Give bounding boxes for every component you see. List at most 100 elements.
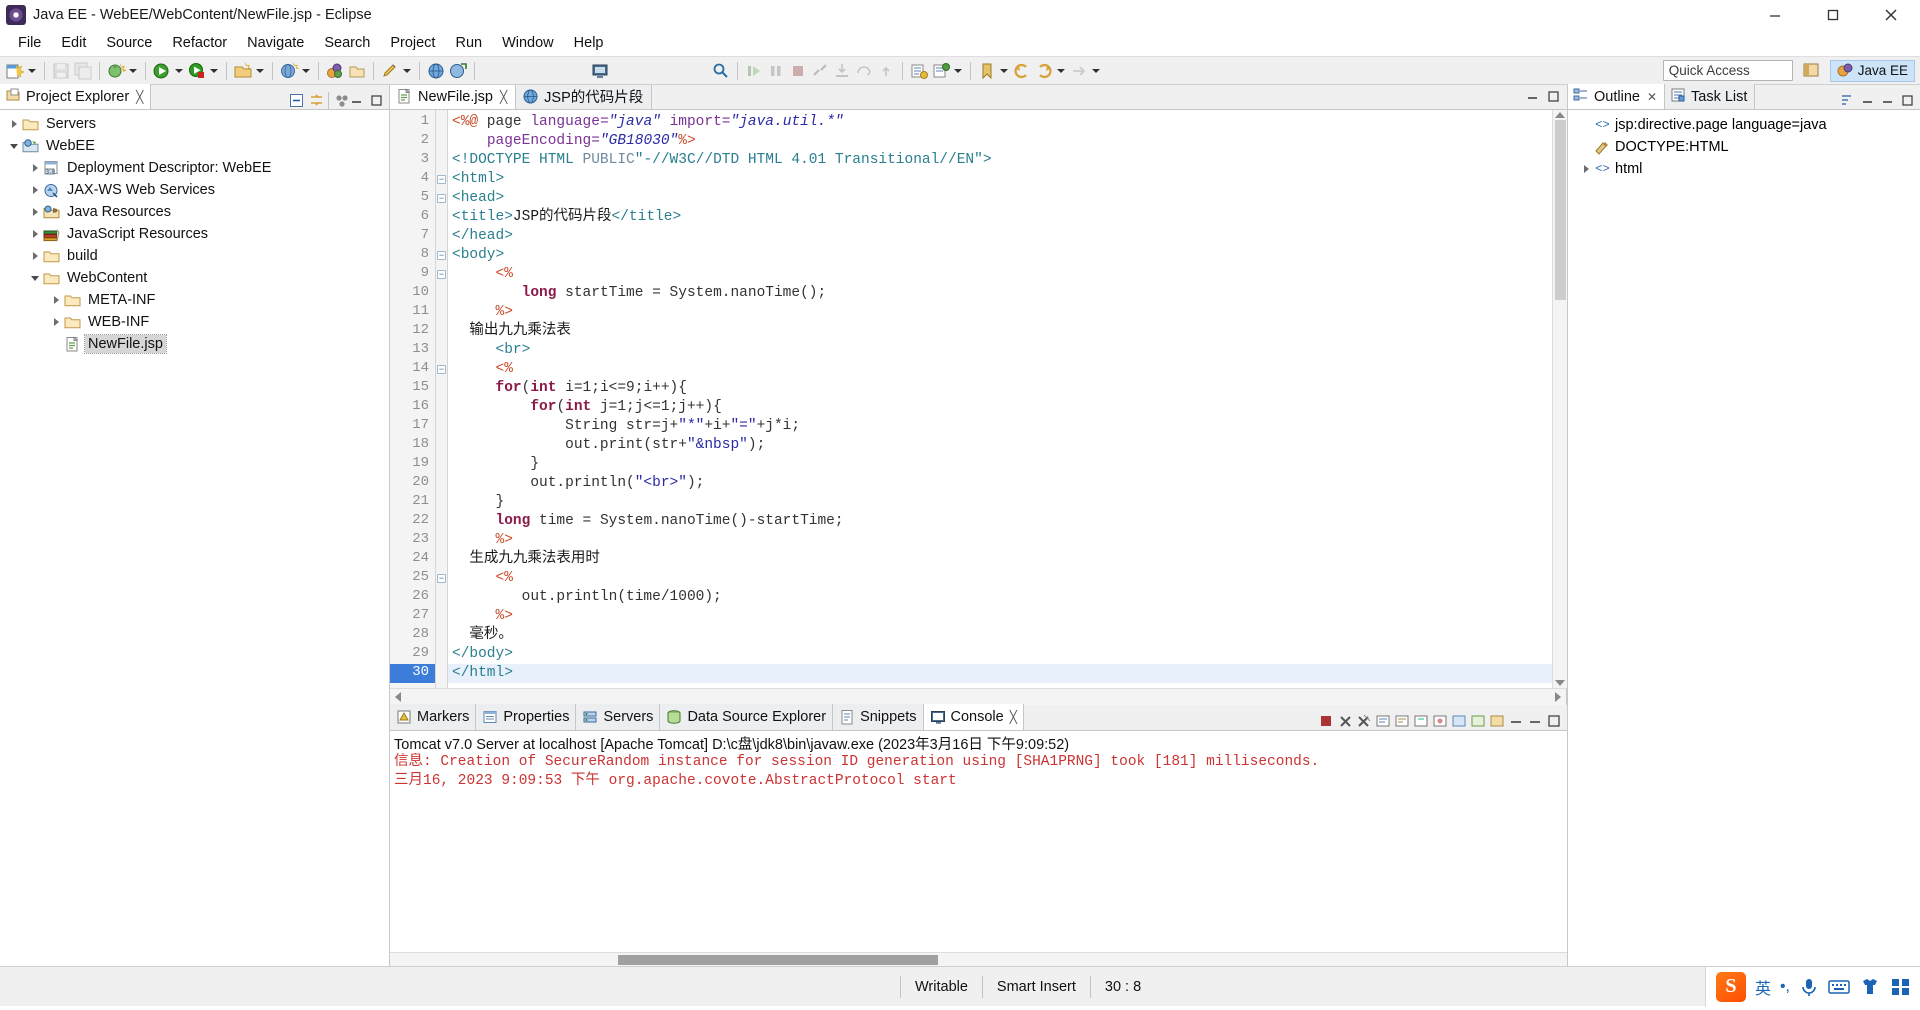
fold-collapse-icon[interactable]: −	[436, 189, 447, 208]
maximize-view-icon[interactable]	[368, 92, 385, 109]
new-console-view-icon[interactable]	[1489, 713, 1506, 730]
code-line[interactable]: long time = System.nanoTime()-startTime;	[448, 512, 1552, 531]
forward-nav-dropdown-arrow[interactable]	[1090, 62, 1101, 80]
code-line[interactable]: <html>	[448, 170, 1552, 189]
view-menu-icon[interactable]	[1859, 92, 1876, 109]
maximize-view-icon[interactable]	[1546, 713, 1563, 730]
sogou-logo-icon[interactable]: S	[1715, 971, 1746, 1002]
server-dropdown-arrow[interactable]	[127, 62, 138, 80]
code-line[interactable]: <body>	[448, 246, 1552, 265]
minimize-view-icon[interactable]	[348, 92, 365, 109]
edit-pencil-icon[interactable]	[380, 61, 400, 81]
tree-item-servers[interactable]: Servers	[0, 113, 389, 135]
remove-all-icon[interactable]	[1356, 713, 1373, 730]
code-line[interactable]: <%	[448, 569, 1552, 588]
terminate-icon[interactable]	[788, 61, 808, 81]
menu-help[interactable]: Help	[564, 33, 614, 53]
console-scroll-thumb[interactable]	[618, 955, 938, 965]
close-button[interactable]	[1862, 0, 1920, 29]
tree-item-deployment-descriptor-webee[interactable]: 3.0 Deployment Descriptor: WebEE	[0, 157, 389, 179]
tree-item-build[interactable]: build	[0, 245, 389, 267]
code-line[interactable]: <head>	[448, 189, 1552, 208]
fold-collapse-icon[interactable]: −	[436, 569, 447, 588]
maximize-button[interactable]	[1804, 0, 1862, 29]
quick-access-input[interactable]: Quick Access	[1662, 60, 1793, 81]
skin-icon[interactable]	[1859, 977, 1881, 997]
resume-icon[interactable]	[744, 61, 764, 81]
step-return-icon[interactable]	[876, 61, 896, 81]
search-icon[interactable]	[711, 61, 731, 81]
view-menu-icon[interactable]	[328, 92, 348, 109]
ime-language-toggle[interactable]: 英	[1755, 975, 1771, 999]
tree-item-meta-inf[interactable]: META-INF	[0, 289, 389, 311]
expand-arrow-icon[interactable]	[48, 314, 64, 330]
collapse-all-icon[interactable]	[288, 92, 305, 109]
run-icon[interactable]	[187, 61, 207, 81]
word-wrap-icon[interactable]	[1394, 713, 1411, 730]
edit-dropdown-arrow[interactable]	[401, 62, 412, 80]
minimize-button[interactable]	[1746, 0, 1804, 29]
menu-edit[interactable]: Edit	[51, 33, 96, 53]
display-selected-icon[interactable]	[1451, 713, 1468, 730]
console-horizontal-scrollbar[interactable]	[390, 952, 1567, 966]
code-line[interactable]: %>	[448, 607, 1552, 626]
code-line[interactable]: 生成九九乘法表用时	[448, 550, 1552, 569]
bookmark-dropdown-arrow[interactable]	[998, 62, 1009, 80]
tree-item-javascript-resources[interactable]: JavaScript Resources	[0, 223, 389, 245]
expand-arrow-icon[interactable]	[6, 116, 22, 132]
perspective-java-ee[interactable]: Java EE	[1829, 59, 1915, 82]
pin-console-icon[interactable]	[1432, 713, 1449, 730]
tree-item-jax-ws-web-services[interactable]: JAX-WS Web Services	[0, 179, 389, 201]
menu-window[interactable]: Window	[492, 33, 564, 53]
save-icon[interactable]	[51, 61, 71, 81]
remove-launch-icon[interactable]	[1337, 713, 1354, 730]
sort-icon[interactable]	[1839, 92, 1856, 109]
code-line[interactable]: %>	[448, 303, 1552, 322]
code-line[interactable]: <%@ page language="java" import="java.ut…	[448, 113, 1552, 132]
editor-tab-1[interactable]: NewFile.jsp ╳	[390, 84, 517, 109]
scroll-lock-icon[interactable]	[1375, 713, 1392, 730]
code-line[interactable]: <%	[448, 360, 1552, 379]
expand-arrow-icon[interactable]	[27, 226, 43, 242]
code-line[interactable]: out.println("<br>");	[448, 474, 1552, 493]
editor-vertical-scrollbar[interactable]	[1552, 110, 1567, 688]
menu-source[interactable]: Source	[96, 33, 162, 53]
expand-arrow-icon[interactable]	[27, 248, 43, 264]
browser-globe-icon[interactable]	[426, 61, 446, 81]
external-tools-icon[interactable]	[233, 61, 253, 81]
run-dropdown-arrow[interactable]	[208, 62, 219, 80]
tree-item-java-resources[interactable]: Java Resources	[0, 201, 389, 223]
link-with-editor-icon[interactable]	[308, 92, 325, 109]
step-into-icon[interactable]	[832, 61, 852, 81]
tree-item-webcontent[interactable]: WebContent	[0, 267, 389, 289]
previous-annotation-icon[interactable]	[931, 61, 951, 81]
code-line[interactable]: <br>	[448, 341, 1552, 360]
expand-arrow-icon[interactable]	[1578, 161, 1594, 177]
suspend-icon[interactable]	[766, 61, 786, 81]
maximize-editor-icon[interactable]	[1546, 89, 1561, 109]
code-line[interactable]: String str=j+"*"+i+"="+j*i;	[448, 417, 1552, 436]
outline-item-1[interactable]: DOCTYPE:HTML	[1568, 136, 1920, 158]
tab-task-list[interactable]: Task List	[1665, 84, 1756, 109]
debug-icon[interactable]	[152, 61, 172, 81]
bottom-tab-markers[interactable]: Markers	[390, 704, 477, 730]
collapse-arrow-icon[interactable]	[6, 138, 22, 154]
outline-item-2[interactable]: <> html	[1568, 158, 1920, 180]
back-icon[interactable]	[1012, 61, 1032, 81]
minimize-editor-icon[interactable]	[1525, 89, 1540, 109]
forward-icon[interactable]	[1034, 61, 1054, 81]
close-icon[interactable]: ╳	[136, 90, 143, 104]
fold-collapse-icon[interactable]: −	[436, 170, 447, 189]
bottom-tab-data-source-explorer[interactable]: Data Source Explorer	[660, 704, 834, 730]
forward-nav-icon[interactable]	[1069, 61, 1089, 81]
history-dropdown-arrow[interactable]	[1055, 62, 1066, 80]
tree-item-web-inf[interactable]: WEB-INF	[0, 311, 389, 333]
menu-search[interactable]: Search	[314, 33, 380, 53]
new-folder-icon[interactable]	[347, 61, 367, 81]
collapse-arrow-icon[interactable]	[27, 270, 43, 286]
maximize-view-icon[interactable]	[1899, 92, 1916, 109]
keyboard-icon[interactable]	[1828, 978, 1850, 996]
bottom-tab-servers[interactable]: Servers	[576, 704, 661, 730]
bookmark-icon[interactable]	[977, 61, 997, 81]
close-icon[interactable]: ╳	[1010, 710, 1017, 724]
